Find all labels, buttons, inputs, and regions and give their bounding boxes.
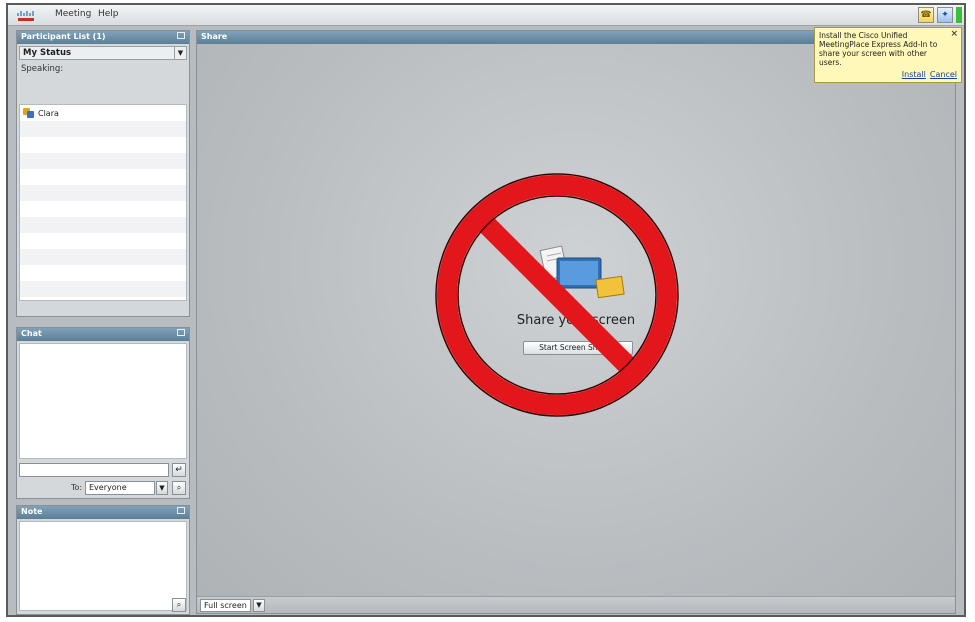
chevron-down-icon[interactable]: ▼ xyxy=(156,481,168,495)
chat-panel: Chat ↵ To: Everyone ▼ ⌕ xyxy=(16,327,190,499)
participant-icon xyxy=(23,108,34,118)
install-link[interactable]: Install xyxy=(902,70,926,79)
fullscreen-select[interactable]: Full screen xyxy=(200,599,251,612)
chat-title: Chat xyxy=(21,329,42,338)
my-status-dropdown[interactable]: My Status ▼ xyxy=(19,46,187,60)
start-screen-sharing-button[interactable]: Start Screen Sharing xyxy=(523,341,633,355)
note-panel: Note ⌕ xyxy=(16,505,190,615)
share-pod: Share Share your screen Start Screen Sha… xyxy=(196,30,956,614)
my-status-label: My Status xyxy=(23,48,72,58)
system-tray: ☎ ✦ xyxy=(918,7,962,24)
meeting-window: Meeting Help ☎ ✦ Participant List (1) My… xyxy=(6,3,966,617)
note-area[interactable] xyxy=(19,521,187,611)
minimize-icon[interactable] xyxy=(177,32,185,39)
participant-row[interactable]: Clara xyxy=(23,108,59,118)
note-header: Note xyxy=(17,506,189,519)
minimize-icon[interactable] xyxy=(177,507,185,514)
recipient-select[interactable]: Everyone xyxy=(85,481,155,495)
participant-list-title: Participant List (1) xyxy=(21,32,106,41)
share-footer: Full screen ▼ xyxy=(197,596,955,613)
search-icon[interactable]: ⌕ xyxy=(172,481,186,495)
send-icon[interactable]: ↵ xyxy=(172,463,186,477)
cisco-logo xyxy=(17,11,34,21)
speaking-label: Speaking: xyxy=(21,64,64,74)
status-indicator xyxy=(956,7,962,23)
minimize-icon[interactable] xyxy=(177,329,185,336)
chevron-down-icon[interactable]: ▼ xyxy=(174,47,186,59)
close-icon[interactable]: × xyxy=(950,30,958,39)
participant-name: Clara xyxy=(38,108,59,118)
participant-list-panel: Participant List (1) My Status ▼ Speakin… xyxy=(16,30,190,317)
participant-list: Clara xyxy=(19,104,187,301)
share-heading: Share your screen xyxy=(516,313,636,328)
chat-input[interactable] xyxy=(19,463,169,477)
cancel-link[interactable]: Cancel xyxy=(930,70,957,79)
note-title: Note xyxy=(21,507,43,516)
menu-meeting[interactable]: Meeting xyxy=(55,9,91,19)
addin-message: Install the Cisco Unified MeetingPlace E… xyxy=(819,31,938,67)
addin-actions: Install Cancel xyxy=(902,70,957,79)
info-icon[interactable]: ✦ xyxy=(937,7,953,23)
menu-help[interactable]: Help xyxy=(98,9,119,19)
to-label: To: xyxy=(71,483,83,492)
menu-bar: Meeting Help ☎ ✦ xyxy=(8,5,964,26)
chat-history xyxy=(19,343,187,459)
phone-icon[interactable]: ☎ xyxy=(918,7,934,23)
chevron-down-icon[interactable]: ▼ xyxy=(253,599,265,612)
addin-install-tooltip: Install the Cisco Unified MeetingPlace E… xyxy=(814,27,962,83)
participant-list-header: Participant List (1) xyxy=(17,31,189,44)
chat-header: Chat xyxy=(17,328,189,341)
screen-share-icon xyxy=(539,245,625,299)
share-content: Share your screen Start Screen Sharing xyxy=(197,31,955,613)
search-icon[interactable]: ⌕ xyxy=(172,598,186,612)
